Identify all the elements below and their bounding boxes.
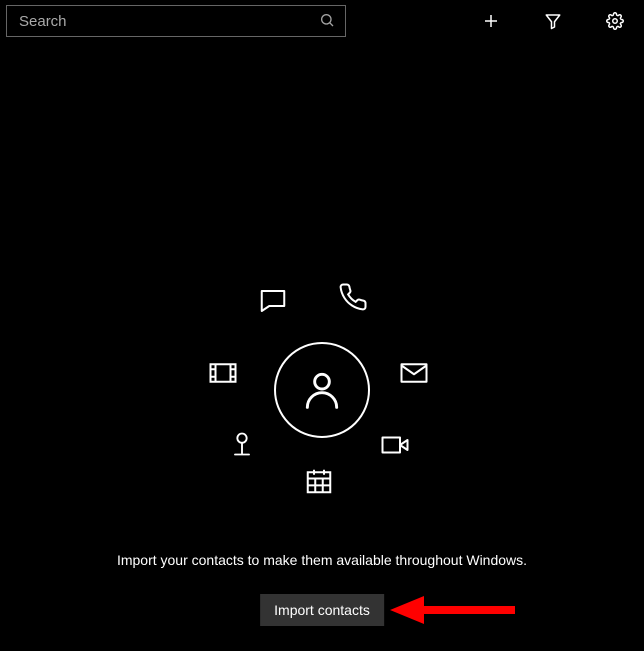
mail-icon (399, 358, 429, 388)
top-actions (478, 8, 638, 34)
film-icon (208, 358, 238, 388)
gear-icon (606, 12, 624, 30)
annotation-arrow (390, 590, 520, 633)
top-bar (0, 0, 644, 38)
settings-button[interactable] (602, 8, 628, 34)
filter-button[interactable] (540, 8, 566, 34)
map-pin-icon (228, 430, 256, 458)
add-button[interactable] (478, 8, 504, 34)
filter-icon (544, 12, 562, 30)
phone-icon (338, 282, 368, 312)
person-icon (300, 367, 344, 414)
empty-state-illustration (0, 260, 644, 520)
search-input[interactable] (17, 12, 319, 31)
empty-state-message: Import your contacts to make them availa… (0, 552, 644, 568)
video-icon (380, 430, 410, 460)
search-icon[interactable] (319, 12, 335, 31)
person-circle (274, 342, 370, 438)
calendar-icon (304, 466, 334, 496)
search-box[interactable] (6, 5, 346, 37)
import-contacts-button[interactable]: Import contacts (260, 594, 384, 626)
chat-icon (258, 286, 288, 316)
plus-icon (482, 12, 500, 30)
